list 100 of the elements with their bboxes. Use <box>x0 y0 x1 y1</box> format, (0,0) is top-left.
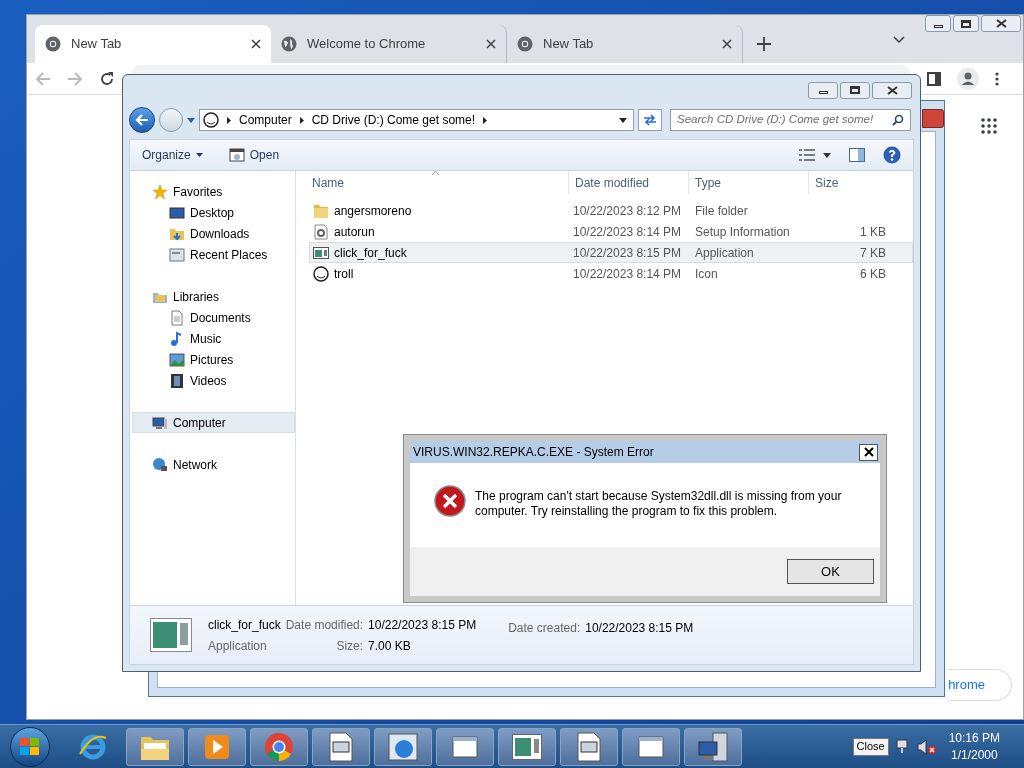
chevron-down-icon[interactable] <box>893 36 905 44</box>
breadcrumb-item[interactable]: Computer <box>239 111 292 129</box>
dropdown-arrow-icon[interactable] <box>619 117 627 123</box>
ok-button[interactable]: OK <box>787 559 874 584</box>
nav-item[interactable]: Recent Places <box>132 244 295 265</box>
program-taskbar-button[interactable] <box>436 727 494 766</box>
document-icon <box>169 309 185 326</box>
nav-item[interactable]: Network <box>132 454 295 475</box>
caret-icon[interactable] <box>823 152 831 158</box>
apps-grid-icon[interactable] <box>981 118 997 134</box>
date-cell-text: 10/22/2023 8:15 PM <box>572 244 683 262</box>
muted-speaker-icon[interactable] <box>916 738 937 755</box>
new-tab-icon[interactable] <box>757 37 771 51</box>
refresh-button[interactable] <box>638 109 662 131</box>
address-field[interactable] <box>131 65 911 75</box>
column-header[interactable]: Type <box>688 171 808 195</box>
caret-icon <box>195 153 203 157</box>
size-cell-text: 7 KB <box>860 244 886 262</box>
back-button[interactable] <box>129 107 155 133</box>
reload-icon[interactable] <box>99 70 115 87</box>
nav-item[interactable]: Downloads <box>132 223 295 244</box>
minimize-button[interactable] <box>808 81 838 99</box>
tab-title: New Tab <box>543 35 595 54</box>
type-cell-text: Application <box>694 244 755 262</box>
program-taskbar-button[interactable] <box>622 727 680 766</box>
file-name: angersmoreno <box>334 202 412 220</box>
media-player-taskbar-button[interactable] <box>188 727 246 766</box>
details-label: Date modified: <box>285 616 364 634</box>
address-bar[interactable]: Computer CD Drive (D:) Come get some! <box>199 109 634 131</box>
nav-item[interactable]: Desktop <box>132 202 295 223</box>
desktop-icon <box>169 204 185 221</box>
troll-face-icon <box>313 265 329 282</box>
program-taskbar-button[interactable] <box>374 727 432 766</box>
column-header[interactable]: Size <box>808 171 886 195</box>
chrome-logo-icon <box>517 36 533 52</box>
minimize-button[interactable] <box>925 15 951 32</box>
column-header[interactable]: Date modified <box>568 171 688 195</box>
chevron-right-icon[interactable] <box>483 116 488 124</box>
pictures-icon <box>169 351 185 368</box>
menu-icon[interactable] <box>995 71 999 86</box>
nav-item[interactable]: Pictures <box>132 349 295 370</box>
chevron-right-icon[interactable] <box>227 116 231 124</box>
start-button[interactable] <box>10 726 50 767</box>
size-cell-text: 6 KB <box>860 265 886 283</box>
browser-tab[interactable]: New Tab <box>35 25 271 63</box>
file-name: autorun <box>334 223 375 241</box>
star-icon <box>152 183 168 200</box>
file-row[interactable]: angersmoreno 10/22/2023 8:12 PM File folder <box>309 200 913 221</box>
program-taskbar-button[interactable] <box>312 727 370 766</box>
program-taskbar-button[interactable] <box>560 727 618 766</box>
chevron-right-icon[interactable] <box>299 116 304 124</box>
details-value: 10/22/2023 8:15 PM <box>585 620 694 637</box>
window-icon <box>452 735 478 758</box>
maximize-button[interactable] <box>840 81 870 99</box>
view-list-icon[interactable] <box>799 149 815 161</box>
tab-title: Welcome to Chrome <box>307 35 427 54</box>
nav-item[interactable]: Computer <box>132 412 295 433</box>
size-cell-text: 1 KB <box>860 223 886 241</box>
program-taskbar-button[interactable] <box>684 727 742 766</box>
profile-icon[interactable] <box>957 67 979 90</box>
nav-item[interactable]: Documents <box>132 307 295 328</box>
preview-pane-icon[interactable] <box>849 148 865 162</box>
breadcrumb-item[interactable]: CD Drive (D:) Come get some! <box>311 111 476 129</box>
help-icon[interactable] <box>883 146 901 164</box>
chrome-taskbar-button[interactable] <box>250 727 308 766</box>
search-icon[interactable] <box>892 114 904 126</box>
file-row[interactable]: troll 10/22/2023 8:14 PM Icon 6 KB <box>309 263 913 284</box>
organize-button[interactable]: Organize <box>142 146 203 164</box>
customize-chrome-button[interactable]: hrome <box>948 669 1012 701</box>
network-icon[interactable] <box>894 738 911 755</box>
file-row[interactable]: autorun 10/22/2023 8:14 PM Setup Information 1 KB <box>309 221 913 242</box>
search-field[interactable]: Search CD Drive (D:) Come get some! <box>670 109 911 131</box>
file-name: troll <box>334 265 354 283</box>
close-button[interactable] <box>981 15 1021 32</box>
nav-item[interactable]: Libraries <box>132 286 295 307</box>
chrome-logo-icon <box>264 731 294 762</box>
file-explorer-taskbar-button[interactable] <box>126 727 184 766</box>
open-button[interactable]: Open <box>228 146 280 164</box>
nav-item[interactable]: Music <box>132 328 295 349</box>
chrome-logo-icon <box>45 36 61 52</box>
sidebar-icon[interactable] <box>927 71 941 86</box>
clock[interactable]: 10:16 PM 1/1/2000 <box>948 729 1000 764</box>
file-row[interactable]: click_for_fuck 10/22/2023 8:15 PM Application 7 KB <box>309 242 913 263</box>
error-icon <box>434 485 466 517</box>
close-icon[interactable] <box>486 39 496 49</box>
close-icon[interactable] <box>722 39 732 49</box>
nav-item[interactable]: Favorites <box>132 181 295 202</box>
maximize-button[interactable] <box>953 15 979 32</box>
window-icon <box>329 731 353 762</box>
nav-item[interactable]: Videos <box>132 370 295 391</box>
close-button[interactable] <box>872 81 912 99</box>
close-icon[interactable] <box>251 39 261 49</box>
close-icon <box>863 447 874 457</box>
date-cell-text: 10/22/2023 8:12 PM <box>572 202 683 220</box>
settings-file-icon <box>313 223 329 240</box>
close-icon <box>995 19 1007 28</box>
window-icon <box>577 731 601 762</box>
close-button[interactable] <box>859 443 878 461</box>
program-taskbar-button[interactable] <box>498 727 556 766</box>
column-header[interactable]: Name <box>306 171 568 195</box>
